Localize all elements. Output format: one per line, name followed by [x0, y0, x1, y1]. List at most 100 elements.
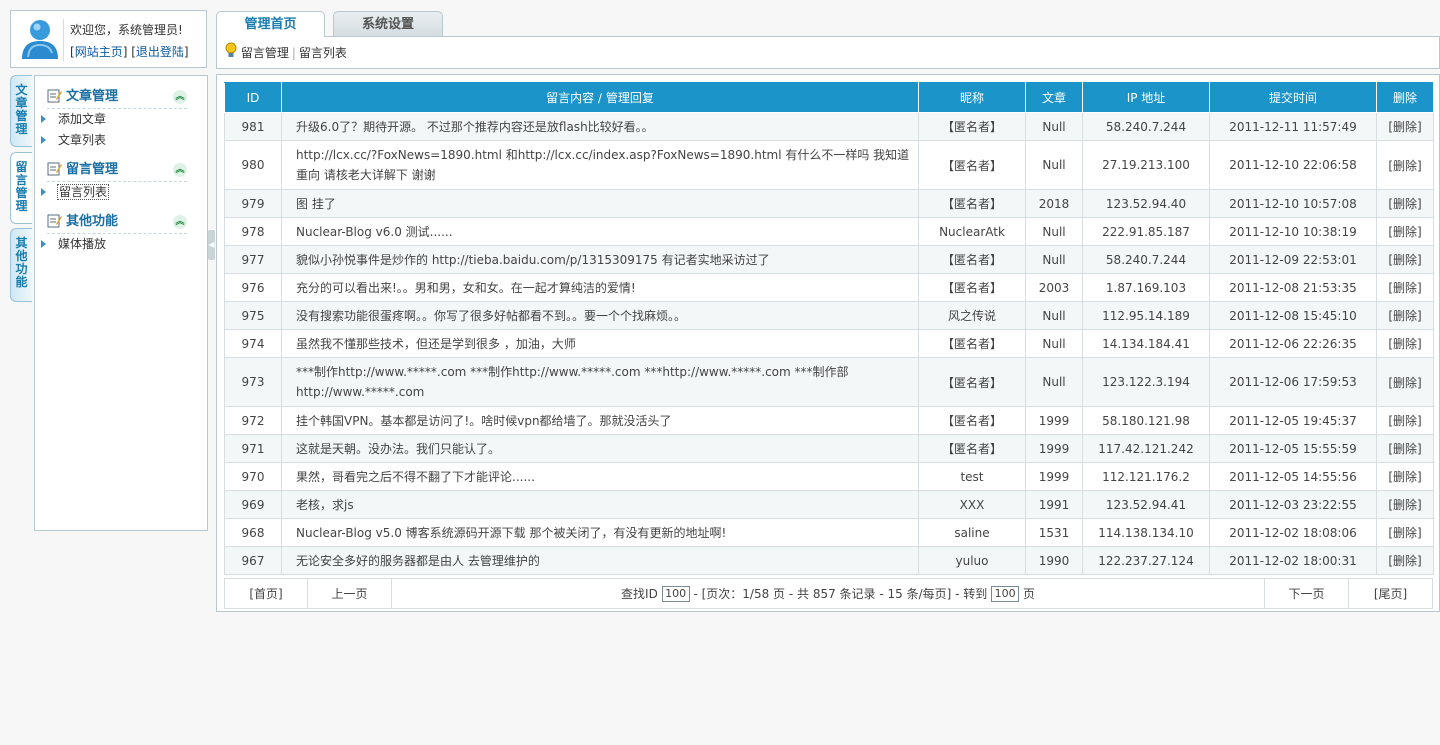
cell-nickname: test	[918, 462, 1026, 491]
side-tab-messages[interactable]: 留言管理	[10, 152, 32, 224]
cell-time: 2011-12-08 21:53:35	[1209, 273, 1377, 302]
col-header-time: 提交时间	[1209, 82, 1377, 113]
delete-link[interactable]: [删除]	[1376, 112, 1434, 141]
tab-system-settings[interactable]: 系统设置	[333, 11, 443, 36]
table-row: 972 挂个韩国VPN。基本都是访问了!。啥时候vpn都给墙了。那就没活头了 【匿名…	[224, 406, 1434, 435]
table-row: 981 升级6.0了？期待开源。 不过那个推荐内容还是放flash比较好看。。 【匿…	[224, 112, 1434, 141]
cell-id: 980	[224, 140, 282, 190]
last-page-link[interactable]: [尾页]	[1348, 578, 1433, 609]
logout-link[interactable]: 退出登陆	[136, 45, 184, 59]
sidebar-collapse-handle[interactable]: ◀	[208, 230, 215, 260]
cell-nickname: 【匿名者】	[918, 140, 1026, 190]
cell-id: 981	[224, 112, 282, 141]
first-page-link[interactable]: [首页]	[224, 578, 308, 609]
delete-link[interactable]: [删除]	[1376, 140, 1434, 190]
cell-nickname: 【匿名者】	[918, 245, 1026, 274]
tab-admin-home[interactable]: 管理首页	[216, 11, 325, 37]
cell-article: 1999	[1025, 462, 1083, 491]
table-row: 970 果然，哥看完之后不得不翻了下才能评论...... test 1999 112.1…	[224, 462, 1434, 491]
cell-nickname: 【匿名者】	[918, 112, 1026, 141]
delete-link[interactable]: [删除]	[1376, 217, 1434, 246]
menu-item-media-player[interactable]: 媒体播放	[41, 234, 207, 255]
delete-link[interactable]: [删除]	[1376, 245, 1434, 274]
cell-nickname: XXX	[918, 490, 1026, 519]
col-header-delete: 删除	[1376, 82, 1434, 113]
prev-page-link[interactable]: 上一页	[307, 578, 392, 609]
cell-id: 977	[224, 245, 282, 274]
cell-ip: 117.42.121.242	[1082, 434, 1210, 463]
pagination: [首页] 上一页 查找ID 100 - [页次：1/58 页 - 共 857 条…	[224, 578, 1433, 609]
cell-time: 2011-12-06 22:26:35	[1209, 329, 1377, 358]
table-row: 968 Nuclear-Blog v5.0 博客系统源码开源下载 那个被关闭了，有…	[224, 518, 1434, 547]
cell-time: 2011-12-09 22:53:01	[1209, 245, 1377, 274]
menu-item-message-list[interactable]: 留言列表	[41, 182, 207, 203]
delete-link[interactable]: [删除]	[1376, 462, 1434, 491]
cell-ip: 58.240.7.244	[1082, 112, 1210, 141]
table-row: 967 无论安全多好的服务器都是由人 去管理维护的 yuluo 1990 122.237…	[224, 546, 1434, 575]
collapse-icon[interactable]: ︽	[173, 90, 187, 104]
next-page-link[interactable]: 下一页	[1264, 578, 1349, 609]
cell-ip: 112.95.14.189	[1082, 301, 1210, 330]
delete-link[interactable]: [删除]	[1376, 273, 1434, 302]
cell-time: 2011-12-10 22:06:58	[1209, 140, 1377, 190]
collapse-icon[interactable]: ︽	[173, 215, 187, 229]
cell-message: http://lcx.cc/?FoxNews=1890.html 和http:/…	[281, 140, 919, 190]
delete-link[interactable]: [删除]	[1376, 329, 1434, 358]
cell-article: Null	[1025, 112, 1083, 141]
menu-section-other[interactable]: 其他功能 ︽	[47, 211, 187, 234]
delete-link[interactable]: [删除]	[1376, 518, 1434, 547]
cell-id: 967	[224, 546, 282, 575]
side-tab-char: 理	[15, 122, 28, 136]
delete-link[interactable]: [删除]	[1376, 406, 1434, 435]
collapse-icon[interactable]: ︽	[173, 163, 187, 177]
cell-article: Null	[1025, 217, 1083, 246]
cell-message: 没有搜索功能很蛋疼啊。。你写了很多好帖都看不到。。要一个个找麻烦。。	[281, 301, 919, 330]
cell-id: 974	[224, 329, 282, 358]
cell-id: 978	[224, 217, 282, 246]
cell-ip: 1.87.169.103	[1082, 273, 1210, 302]
cell-nickname: yuluo	[918, 546, 1026, 575]
delete-link[interactable]: [删除]	[1376, 357, 1434, 407]
cell-time: 2011-12-05 15:55:59	[1209, 434, 1377, 463]
delete-link[interactable]: [删除]	[1376, 189, 1434, 218]
menu-item-article-list[interactable]: 文章列表	[41, 130, 207, 151]
side-tab-other[interactable]: 其他功能	[10, 228, 32, 302]
cell-article: 1999	[1025, 434, 1083, 463]
site-home-link[interactable]: 网站主页	[75, 45, 123, 59]
cell-ip: 14.134.184.41	[1082, 329, 1210, 358]
cell-message: 貌似小孙悦事件是炒作的 http://tieba.baidu.com/p/131…	[281, 245, 919, 274]
delete-link[interactable]: [删除]	[1376, 546, 1434, 575]
col-header-id: ID	[224, 82, 282, 113]
delete-link[interactable]: [删除]	[1376, 434, 1434, 463]
cell-time: 2011-12-10 10:38:19	[1209, 217, 1377, 246]
menu-section-articles[interactable]: 文章管理 ︽	[47, 86, 187, 109]
cell-article: Null	[1025, 140, 1083, 190]
table-row: 977 貌似小孙悦事件是炒作的 http://tieba.baidu.com/p/…	[224, 245, 1434, 274]
goto-page-input[interactable]: 100	[991, 586, 1020, 603]
find-id-input[interactable]: 100	[661, 586, 690, 603]
cell-article: Null	[1025, 329, 1083, 358]
cell-message: Nuclear-Blog v6.0 测试......	[281, 217, 919, 246]
delete-link[interactable]: [删除]	[1376, 301, 1434, 330]
page-info-text: - [页次：1/58 页 - 共 857 条记录 - 15 条/每页] - 转到	[693, 586, 988, 601]
side-tab-articles[interactable]: 文章管理	[10, 75, 32, 147]
lightbulb-icon	[225, 42, 237, 57]
arrow-right-icon	[41, 240, 46, 248]
find-id-label: 查找ID	[621, 586, 658, 601]
delete-link[interactable]: [删除]	[1376, 490, 1434, 519]
table-row: 971 这就是天朝。没办法。我们只能认了。 【匿名者】 1999 117.42.121.…	[224, 434, 1434, 463]
menu-section-title: 留言管理	[66, 162, 119, 177]
page-unit-label: 页	[1022, 586, 1035, 601]
cell-id: 970	[224, 462, 282, 491]
breadcrumb-page[interactable]: 留言列表	[299, 46, 347, 60]
user-avatar-icon	[22, 20, 58, 59]
menu-section-messages[interactable]: 留言管理 ︽	[47, 159, 187, 182]
breadcrumb-section[interactable]: 留言管理	[241, 46, 289, 60]
cell-nickname: 【匿名者】	[918, 434, 1026, 463]
cell-id: 972	[224, 406, 282, 435]
cell-message: 这就是天朝。没办法。我们只能认了。	[281, 434, 919, 463]
cell-nickname: 【匿名者】	[918, 189, 1026, 218]
menu-item-add-article[interactable]: 添加文章	[41, 109, 207, 130]
message-list-panel: ID 留言内容 / 管理回复 昵称 文章 IP 地址 提交时间 删除 981 升级…	[216, 74, 1440, 612]
cell-time: 2011-12-06 17:59:53	[1209, 357, 1377, 407]
